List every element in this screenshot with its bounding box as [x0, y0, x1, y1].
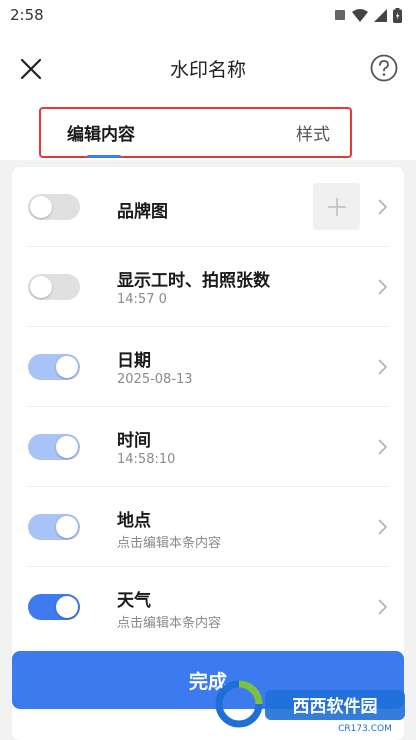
- status-time: 2:58: [10, 6, 44, 24]
- toggle-knob: [56, 596, 78, 618]
- status-icons: [334, 7, 402, 23]
- chevron-right-icon: [378, 199, 388, 215]
- battery-icon: [393, 7, 402, 23]
- page-title: 水印名称: [169, 58, 246, 81]
- row-title: 地点: [117, 511, 151, 531]
- chevron-right-icon: [378, 439, 388, 455]
- status-bar: 2:58: [0, 0, 416, 30]
- tab-edit-content[interactable]: 编辑内容: [67, 120, 135, 158]
- row-title: 品牌图: [117, 202, 168, 222]
- brand-image-toggle[interactable]: [28, 194, 80, 220]
- chevron-right-icon: [378, 359, 388, 375]
- list-item-brand-image[interactable]: 品牌图: [28, 167, 388, 247]
- row-subtitle: 点击编辑本条内容: [117, 536, 222, 551]
- watermark-site: CR173.COM: [338, 724, 392, 734]
- chevron-right-icon: [378, 599, 388, 615]
- wifi-icon: [352, 8, 368, 22]
- toggle-knob: [56, 436, 78, 458]
- row-subtitle: 14:58:10: [117, 452, 176, 467]
- tab-edit-content-label: 编辑内容: [67, 125, 135, 145]
- signal-icon: [374, 8, 387, 22]
- time-toggle[interactable]: [28, 434, 80, 460]
- watermark-name: 西西软件园: [293, 696, 378, 717]
- row-subtitle: 14:57 0: [117, 292, 167, 307]
- date-toggle[interactable]: [28, 354, 80, 380]
- close-icon[interactable]: [18, 56, 44, 82]
- tab-style[interactable]: 样式: [296, 120, 330, 145]
- list-item-weather[interactable]: 天气 点击编辑本条内容: [28, 567, 388, 647]
- list-item-work-hours[interactable]: 显示工时、拍照张数 14:57 0: [28, 247, 388, 327]
- work-hours-toggle[interactable]: [28, 274, 80, 300]
- chevron-right-icon: [378, 519, 388, 535]
- row-title: 天气: [117, 591, 151, 611]
- weather-toggle[interactable]: [28, 594, 80, 620]
- list-item-time[interactable]: 时间 14:58:10: [28, 407, 388, 487]
- toggle-knob: [56, 356, 78, 378]
- tab-bar: 编辑内容 样式: [39, 107, 352, 158]
- chevron-right-icon: [378, 279, 388, 295]
- row-subtitle: 2025-08-13: [117, 372, 193, 387]
- list-item-location[interactable]: 地点 点击编辑本条内容: [28, 487, 388, 567]
- row-title: 显示工时、拍照张数: [117, 271, 270, 291]
- row-subtitle: 点击编辑本条内容: [117, 616, 222, 631]
- plus-icon: [327, 197, 346, 216]
- toggle-knob: [30, 196, 52, 218]
- site-watermark-logo: 西西软件园 CR173.COM: [215, 680, 405, 734]
- location-toggle[interactable]: [28, 514, 80, 540]
- dnd-icon: [335, 10, 345, 20]
- row-title: 日期: [117, 351, 151, 371]
- toggle-knob: [30, 276, 52, 298]
- row-title: 时间: [117, 431, 151, 451]
- list-item-date[interactable]: 日期 2025-08-13: [28, 327, 388, 407]
- add-brand-image-button[interactable]: [313, 183, 360, 230]
- toggle-knob: [56, 516, 78, 538]
- header: 水印名称: [0, 42, 416, 94]
- tab-active-indicator: [87, 155, 121, 158]
- help-icon[interactable]: [370, 54, 398, 82]
